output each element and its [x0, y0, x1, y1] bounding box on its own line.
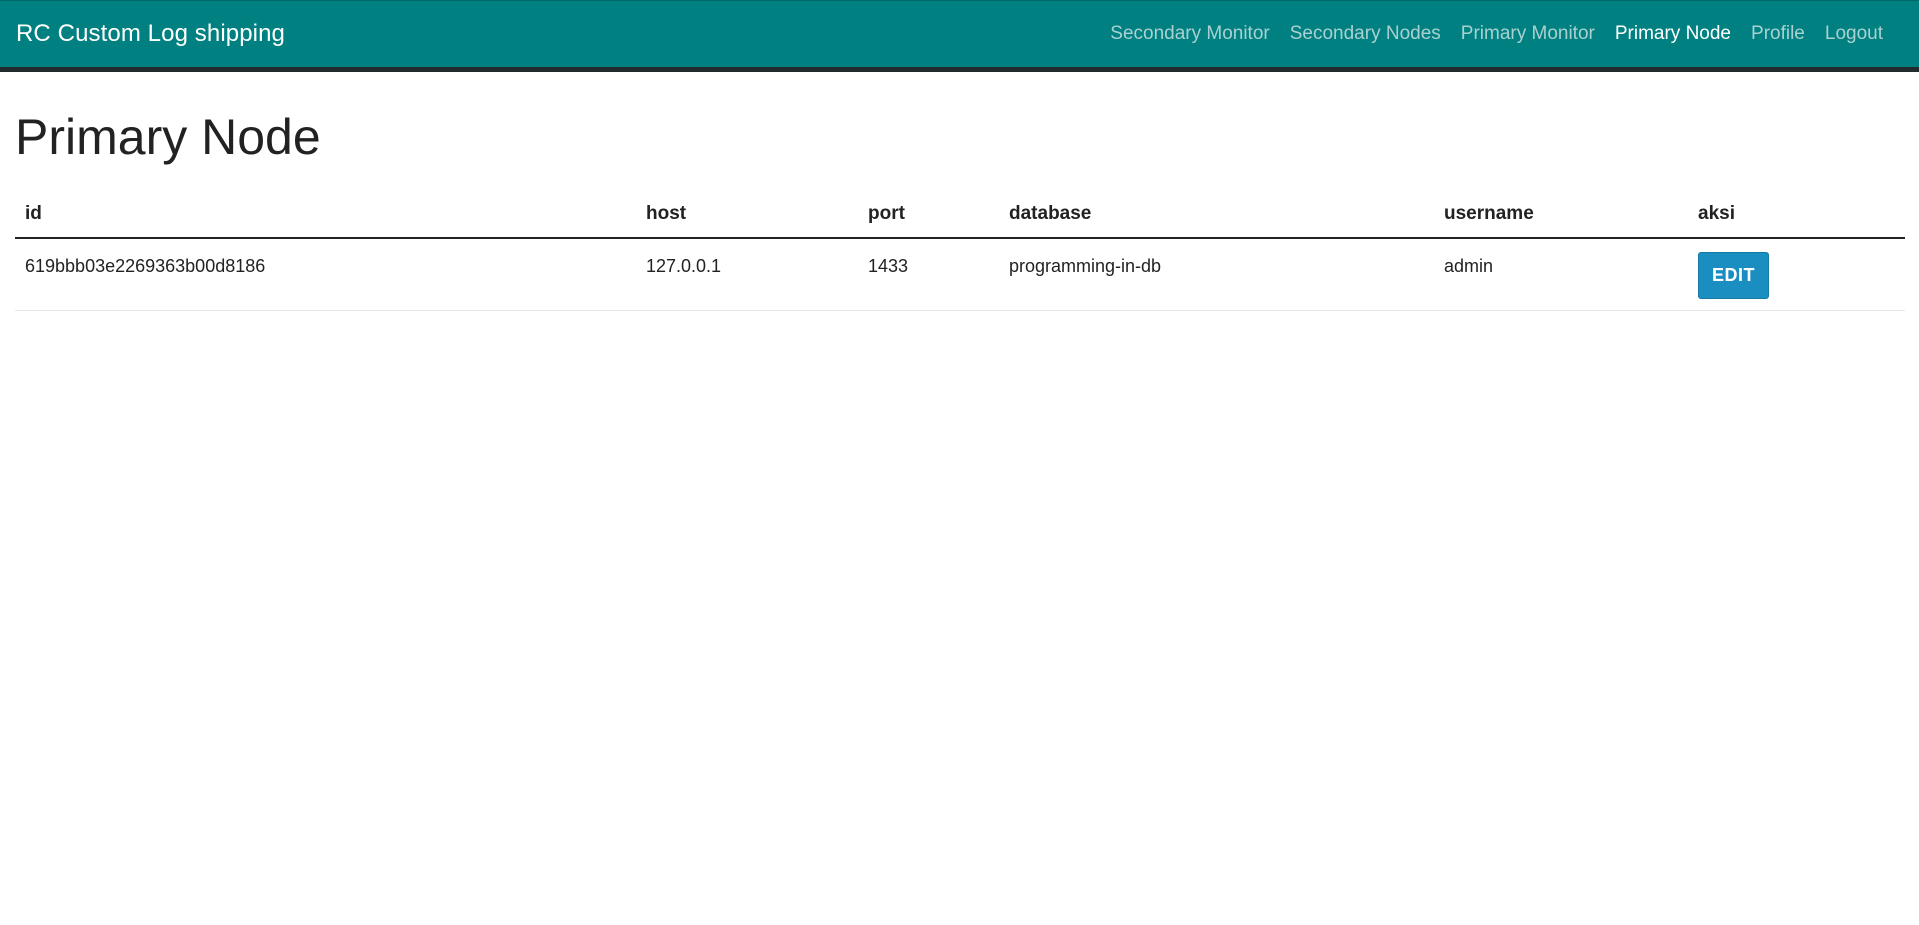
nav-primary-node[interactable]: Primary Node [1605, 23, 1741, 45]
header-host: host [636, 192, 858, 239]
header-database: database [999, 192, 1434, 239]
page-title: Primary Node [15, 109, 321, 165]
header-username: username [1434, 192, 1688, 239]
nav-secondary-nodes[interactable]: Secondary Nodes [1280, 23, 1451, 45]
header-id: id [15, 192, 636, 239]
table-row: 619bbb03e2269363b00d8186 127.0.0.1 1433 … [15, 238, 1905, 311]
cell-id: 619bbb03e2269363b00d8186 [15, 238, 636, 311]
nav-profile[interactable]: Profile [1741, 23, 1815, 45]
nav-secondary-monitor[interactable]: Secondary Monitor [1100, 23, 1279, 45]
table-header-row: id host port database username aksi [15, 192, 1905, 239]
cell-port: 1433 [858, 238, 999, 311]
top-navbar: RC Custom Log shipping Secondary Monitor… [0, 0, 1919, 72]
cell-database: programming-in-db [999, 238, 1434, 311]
nav-links: Secondary Monitor Secondary Nodes Primar… [1100, 23, 1893, 45]
nav-primary-monitor[interactable]: Primary Monitor [1451, 23, 1605, 45]
edit-button[interactable]: EDIT [1698, 252, 1770, 299]
nav-logout[interactable]: Logout [1815, 23, 1893, 45]
header-aksi: aksi [1688, 192, 1905, 239]
cell-username: admin [1434, 238, 1688, 311]
brand-title[interactable]: RC Custom Log shipping [16, 20, 285, 48]
cell-host: 127.0.0.1 [636, 238, 858, 311]
primary-node-table: id host port database username aksi 619b… [15, 192, 1905, 311]
cell-aksi: EDIT [1688, 238, 1905, 311]
header-port: port [858, 192, 999, 239]
